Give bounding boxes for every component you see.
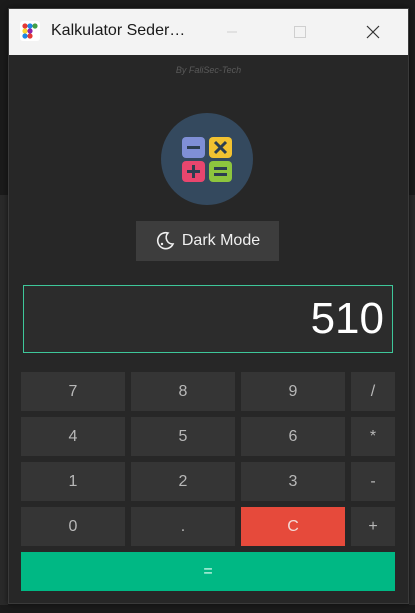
key-0-button[interactable]: 0 (21, 507, 125, 546)
key-clear-button[interactable]: C (241, 507, 345, 546)
window-title: Kalkulator Seder… (51, 22, 186, 39)
calculator-display: 510 (23, 285, 393, 353)
close-icon (366, 25, 380, 39)
dark-mode-label: Dark Mode (181, 232, 261, 249)
key-subtract-button[interactable]: - (351, 462, 395, 501)
minimize-button[interactable] (209, 9, 255, 55)
key-decimal-button[interactable]: . (131, 507, 235, 546)
credit-text: By FaliSec-Tech (175, 65, 242, 75)
background-strip (409, 195, 415, 605)
key-3-button[interactable]: 3 (241, 462, 345, 501)
maximize-button[interactable] (277, 9, 323, 55)
maximize-icon (294, 26, 306, 38)
dark-mode-button[interactable]: Dark Mode (136, 221, 279, 261)
key-1-button[interactable]: 1 (21, 462, 125, 501)
key-9-button[interactable]: 9 (241, 372, 345, 411)
key-5-button[interactable]: 5 (131, 417, 235, 456)
key-6-button[interactable]: 6 (241, 417, 345, 456)
calculator-window: Kalkulator Seder… By FaliSec-Tech Dark M… (8, 8, 409, 604)
key-4-button[interactable]: 4 (21, 417, 125, 456)
app-icon (20, 21, 40, 41)
minimize-icon (227, 31, 237, 33)
background-strip (0, 195, 8, 605)
key-add-button[interactable]: + (351, 507, 395, 546)
key-7-button[interactable]: 7 (21, 372, 125, 411)
key-divide-button[interactable]: / (351, 372, 395, 411)
key-8-button[interactable]: 8 (131, 372, 235, 411)
equals-button[interactable]: = (21, 552, 395, 591)
key-2-button[interactable]: 2 (131, 462, 235, 501)
key-multiply-button[interactable]: * (351, 417, 395, 456)
moon-icon (156, 231, 175, 250)
close-button[interactable] (350, 9, 396, 55)
title-bar: Kalkulator Seder… (9, 9, 408, 55)
calculator-logo-icon (161, 113, 253, 205)
